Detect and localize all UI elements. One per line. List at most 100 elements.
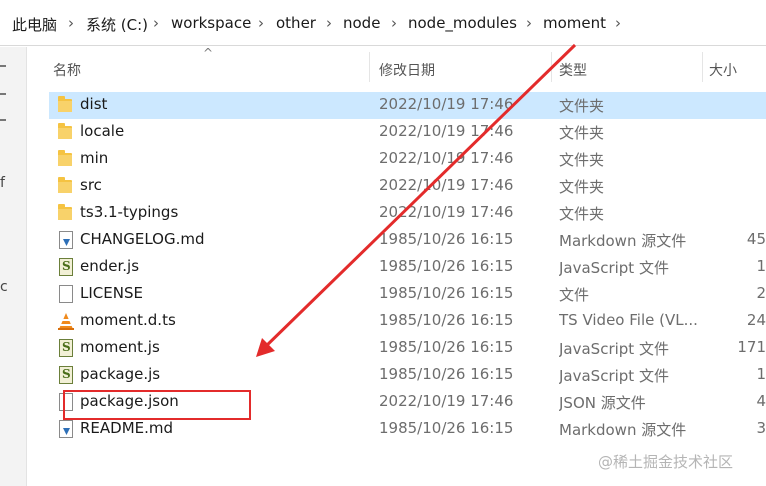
breadcrumb: 此电脑 › 系统 (C:) › workspace › other › node… bbox=[0, 0, 766, 46]
file-name: README.md bbox=[80, 419, 174, 437]
folder-icon bbox=[57, 150, 75, 169]
file-size: 2 bbox=[756, 284, 766, 302]
file-row[interactable]: LICENSE 1985/10/26 16:15 文件 2 bbox=[49, 281, 766, 308]
file-modified-date: 2022/10/19 17:46 bbox=[379, 392, 514, 410]
navigation-pane[interactable]: f c bbox=[0, 47, 27, 486]
file-row[interactable]: package.js 1985/10/26 16:15 JavaScript 文件 1 bbox=[49, 362, 766, 389]
file-size: 4 bbox=[756, 392, 766, 410]
file-row[interactable]: locale 2022/10/19 17:46 文件夹 bbox=[49, 119, 766, 146]
file-modified-date: 1985/10/26 16:15 bbox=[379, 257, 514, 275]
nav-marker bbox=[0, 119, 6, 121]
file-explorer-window: 此电脑 › 系统 (C:) › workspace › other › node… bbox=[0, 0, 766, 486]
folder-icon bbox=[57, 177, 75, 196]
breadcrumb-item-this-pc[interactable]: 此电脑 bbox=[12, 14, 57, 35]
blank-file-icon bbox=[57, 285, 75, 304]
nav-marker bbox=[0, 65, 6, 67]
breadcrumb-separator-icon[interactable]: › bbox=[68, 14, 74, 32]
file-name: package.js bbox=[80, 365, 161, 383]
file-type: 文件夹 bbox=[559, 124, 605, 142]
file-row[interactable]: ender.js 1985/10/26 16:15 JavaScript 文件 1 bbox=[49, 254, 766, 281]
file-size: 3 bbox=[756, 419, 766, 437]
column-header-modified[interactable]: 修改日期 bbox=[379, 60, 435, 80]
file-row[interactable]: moment.js 1985/10/26 16:15 JavaScript 文件 17… bbox=[49, 335, 766, 362]
column-header-name[interactable]: 名称 bbox=[53, 60, 81, 80]
file-type: JavaScript 文件 bbox=[559, 259, 669, 277]
breadcrumb-item-workspace[interactable]: workspace bbox=[171, 14, 251, 32]
file-modified-date: 1985/10/26 16:15 bbox=[379, 338, 514, 356]
file-name: moment.js bbox=[80, 338, 160, 356]
file-modified-date: 1985/10/26 16:15 bbox=[379, 311, 514, 329]
file-modified-date: 1985/10/26 16:15 bbox=[379, 419, 514, 437]
file-type: 文件夹 bbox=[559, 205, 605, 223]
markdown-file-icon bbox=[57, 231, 75, 250]
file-name: min bbox=[80, 149, 109, 167]
breadcrumb-separator-icon[interactable]: › bbox=[326, 14, 332, 32]
nav-item-fragment[interactable]: f bbox=[0, 175, 5, 191]
file-row[interactable]: ts3.1-typings 2022/10/19 17:46 文件夹 bbox=[49, 200, 766, 227]
file-name: ender.js bbox=[80, 257, 140, 275]
file-modified-date: 1985/10/26 16:15 bbox=[379, 230, 514, 248]
file-row[interactable]: CHANGELOG.md 1985/10/26 16:15 Markdown 源文件… bbox=[49, 227, 766, 254]
vlc-cone-icon bbox=[57, 312, 75, 331]
file-modified-date: 2022/10/19 17:46 bbox=[379, 203, 514, 221]
folder-icon bbox=[57, 96, 75, 115]
column-divider[interactable] bbox=[702, 52, 703, 82]
nav-item-fragment[interactable]: c bbox=[0, 279, 8, 295]
file-name: ts3.1-typings bbox=[80, 203, 179, 221]
file-type: JavaScript 文件 bbox=[559, 340, 669, 358]
breadcrumb-item-node[interactable]: node bbox=[343, 14, 380, 32]
file-modified-date: 2022/10/19 17:46 bbox=[379, 122, 514, 140]
breadcrumb-separator-icon[interactable]: › bbox=[391, 14, 397, 32]
file-size: 1 bbox=[756, 365, 766, 383]
breadcrumb-item-other[interactable]: other bbox=[276, 14, 316, 32]
javascript-file-icon bbox=[57, 258, 75, 277]
file-name: dist bbox=[80, 95, 108, 113]
file-size: 1 bbox=[756, 257, 766, 275]
file-row[interactable]: min 2022/10/19 17:46 文件夹 bbox=[49, 146, 766, 173]
file-row[interactable]: src 2022/10/19 17:46 文件夹 bbox=[49, 173, 766, 200]
breadcrumb-dropdown-icon[interactable]: › bbox=[615, 14, 621, 32]
file-type: JSON 源文件 bbox=[559, 394, 646, 412]
file-name: locale bbox=[80, 122, 125, 140]
file-type: 文件夹 bbox=[559, 178, 605, 196]
column-header-type[interactable]: 类型 bbox=[559, 60, 587, 80]
sort-ascending-icon: ^ bbox=[203, 46, 214, 60]
file-type: 文件夹 bbox=[559, 97, 605, 115]
file-row[interactable]: README.md 1985/10/26 16:15 Markdown 源文件 3 bbox=[49, 416, 766, 443]
breadcrumb-item-system-drive[interactable]: 系统 (C:) bbox=[86, 14, 148, 35]
column-divider[interactable] bbox=[369, 52, 370, 82]
file-name: src bbox=[80, 176, 102, 194]
watermark: @稀土掘金技术社区 bbox=[598, 453, 734, 471]
file-type: JavaScript 文件 bbox=[559, 367, 669, 385]
javascript-file-icon bbox=[57, 366, 75, 385]
column-divider[interactable] bbox=[551, 52, 552, 82]
javascript-file-icon bbox=[57, 339, 75, 358]
file-modified-date: 2022/10/19 17:46 bbox=[379, 95, 514, 113]
file-row[interactable]: moment.d.ts 1985/10/26 16:15 TS Video File… bbox=[49, 308, 766, 335]
file-size: 24 bbox=[746, 311, 766, 329]
file-modified-date: 1985/10/26 16:15 bbox=[379, 284, 514, 302]
annotation-highlight-box bbox=[63, 390, 251, 420]
file-row[interactable]: dist 2022/10/19 17:46 文件夹 bbox=[49, 92, 766, 119]
folder-icon bbox=[57, 204, 75, 223]
breadcrumb-item-moment[interactable]: moment bbox=[543, 14, 606, 32]
breadcrumb-separator-icon[interactable]: › bbox=[258, 14, 264, 32]
file-name: LICENSE bbox=[80, 284, 143, 302]
file-modified-date: 1985/10/26 16:15 bbox=[379, 365, 514, 383]
file-size: 171 bbox=[737, 338, 766, 356]
file-type: Markdown 源文件 bbox=[559, 421, 687, 439]
file-size: 45 bbox=[746, 230, 766, 248]
file-type: 文件夹 bbox=[559, 151, 605, 169]
file-type: Markdown 源文件 bbox=[559, 232, 687, 250]
breadcrumb-separator-icon[interactable]: › bbox=[526, 14, 532, 32]
nav-marker bbox=[0, 93, 6, 95]
file-name: CHANGELOG.md bbox=[80, 230, 205, 248]
file-name: moment.d.ts bbox=[80, 311, 176, 329]
markdown-file-icon bbox=[57, 420, 75, 439]
file-type: 文件 bbox=[559, 286, 590, 304]
file-type: TS Video File (VL... bbox=[559, 311, 698, 329]
file-modified-date: 2022/10/19 17:46 bbox=[379, 176, 514, 194]
breadcrumb-item-node-modules[interactable]: node_modules bbox=[408, 14, 517, 32]
column-header-size[interactable]: 大小 bbox=[709, 60, 737, 80]
breadcrumb-separator-icon[interactable]: › bbox=[153, 14, 159, 32]
